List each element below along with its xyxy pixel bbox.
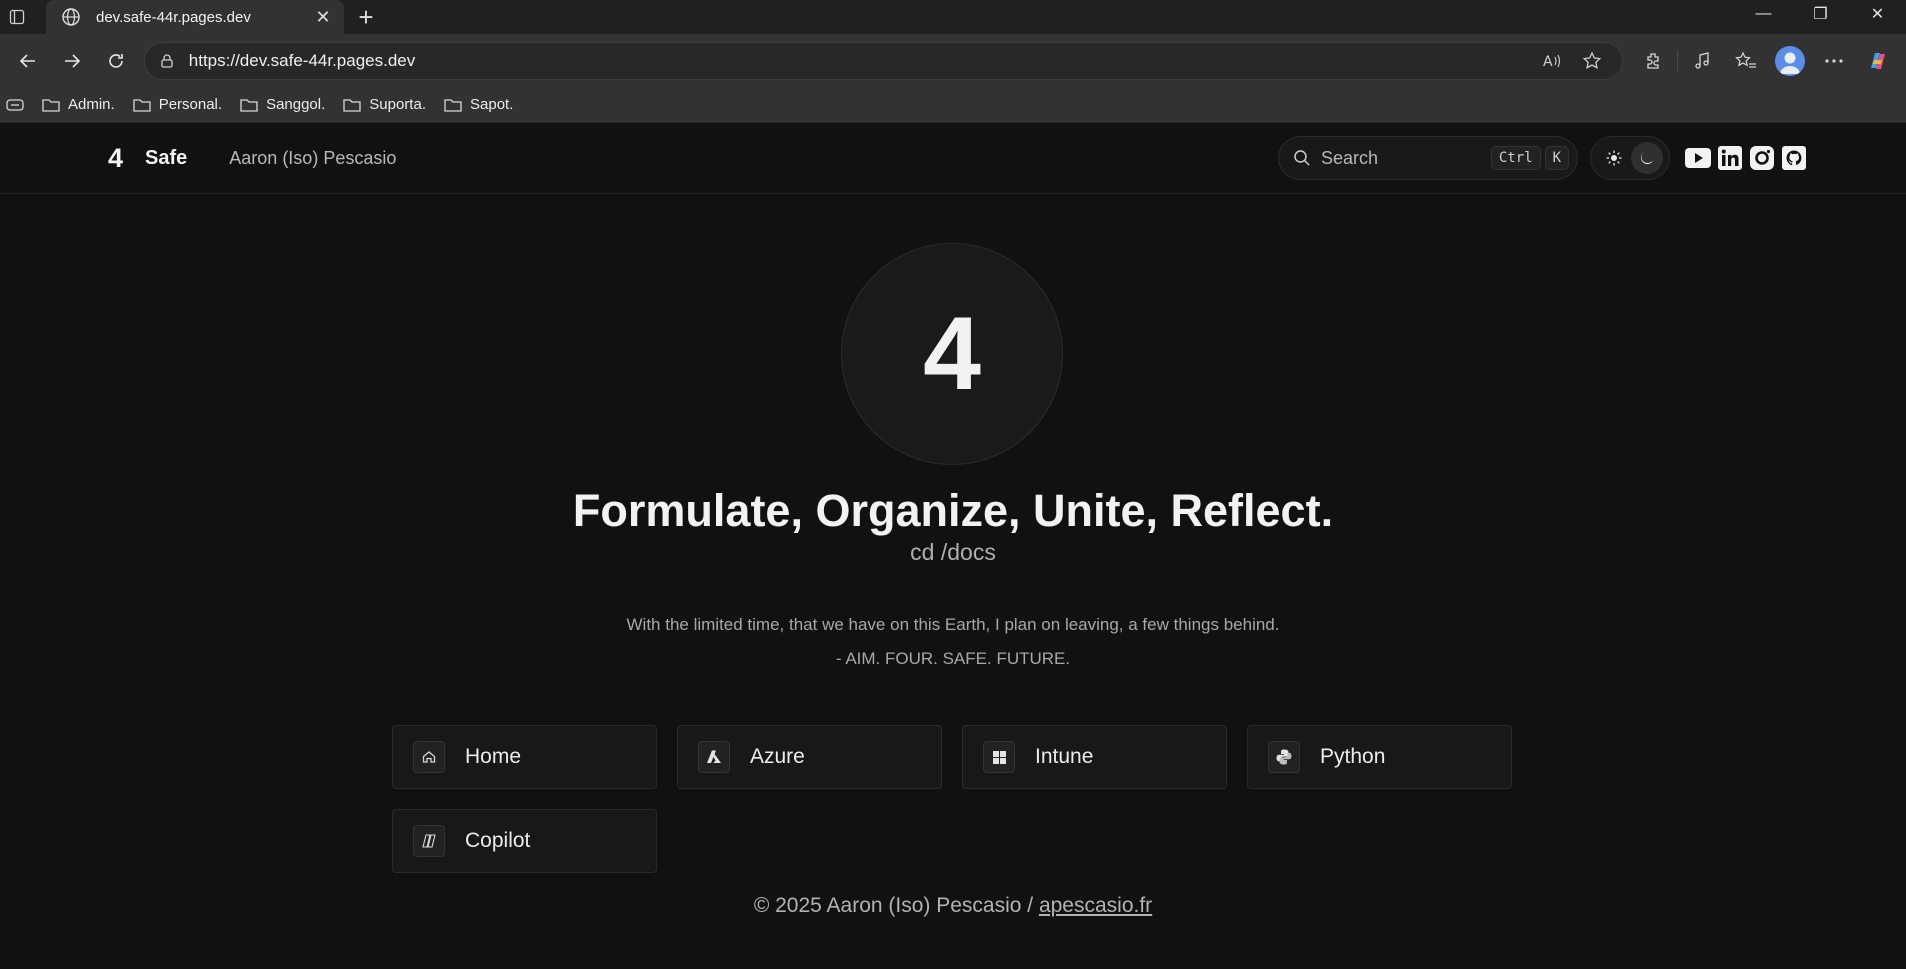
bookmark-folder-suporta[interactable]: Suporta. xyxy=(343,96,426,113)
search-label: Search xyxy=(1321,147,1379,168)
copilot-icon xyxy=(413,825,445,857)
folder-icon xyxy=(42,97,60,113)
new-tab-icon[interactable]: + xyxy=(344,0,388,34)
browser-tab[interactable]: dev.safe-44r.pages.dev ✕ xyxy=(46,0,344,34)
author-link[interactable]: Aaron (Iso) Pescasio xyxy=(229,148,396,169)
footer-copyright: © 2025 Aaron (Iso) Pescasio / xyxy=(753,894,1039,917)
sun-icon[interactable] xyxy=(1598,142,1630,174)
folder-icon xyxy=(240,97,258,113)
search-icon xyxy=(1293,149,1311,167)
bookmark-label: Admin. xyxy=(68,96,115,113)
card-copilot[interactable]: Copilot xyxy=(392,809,657,873)
browser-chrome: dev.safe-44r.pages.dev ✕ + — ❐ ✕ https:/… xyxy=(0,0,1906,123)
address-bar[interactable]: https://dev.safe-44r.pages.dev A xyxy=(143,41,1624,80)
card-label: Home xyxy=(465,745,522,768)
youtube-icon[interactable] xyxy=(1684,144,1712,172)
site-logo[interactable]: 4 xyxy=(108,143,123,174)
github-icon[interactable] xyxy=(1780,144,1808,172)
globe-icon xyxy=(60,6,82,28)
card-intune[interactable]: Intune xyxy=(962,725,1227,789)
read-aloud-icon[interactable]: A xyxy=(1532,52,1572,70)
bookmark-folder-personal[interactable]: Personal. xyxy=(133,96,222,113)
hero-title: Formulate, Organize, Unite, Reflect. xyxy=(572,485,1334,536)
browser-toolbar: https://dev.safe-44r.pages.dev A xyxy=(0,34,1906,87)
toolbar-right xyxy=(1631,43,1900,79)
linkedin-icon[interactable] xyxy=(1716,144,1744,172)
shortcut-ctrl: Ctrl xyxy=(1490,146,1541,170)
web-page: 4 Safe Aaron (Iso) Pescasio Search Ctrl … xyxy=(0,123,1906,969)
windows-icon xyxy=(983,741,1015,773)
site-name-link[interactable]: Safe xyxy=(145,147,187,170)
card-label: Copilot xyxy=(465,829,531,852)
close-window-icon[interactable]: ✕ xyxy=(1849,0,1906,28)
tab-strip: dev.safe-44r.pages.dev ✕ + — ❐ ✕ xyxy=(0,0,1906,34)
favorite-star-icon[interactable] xyxy=(1572,50,1612,71)
bookmark-folder-sanggol[interactable]: Sanggol. xyxy=(240,96,325,113)
svg-text:A: A xyxy=(1543,54,1553,70)
copilot-browser-icon[interactable] xyxy=(1856,43,1900,79)
card-label: Intune xyxy=(1035,745,1094,768)
toolbar-separator xyxy=(1677,49,1679,72)
footer-website-link[interactable]: apescasio.fr xyxy=(1039,894,1152,917)
back-icon[interactable] xyxy=(6,43,50,79)
forward-icon[interactable] xyxy=(50,43,94,79)
shortcut-k: K xyxy=(1544,146,1569,170)
tab-actions-icon[interactable] xyxy=(0,0,34,34)
bookmark-folder-admin[interactable]: Admin. xyxy=(42,96,115,113)
minimize-icon[interactable]: — xyxy=(1735,0,1792,28)
instagram-icon[interactable] xyxy=(1748,144,1776,172)
nav-cards: Home Azure Intune Python Copilot xyxy=(392,725,1514,873)
quote-signature: - AIM. FOUR. SAFE. FUTURE. xyxy=(835,649,1071,668)
moon-icon[interactable] xyxy=(1630,142,1663,174)
bookmarks-menu-icon[interactable] xyxy=(6,98,24,112)
theme-toggle[interactable] xyxy=(1590,136,1670,180)
url-text[interactable]: https://dev.safe-44r.pages.dev xyxy=(189,51,1532,71)
tab-title: dev.safe-44r.pages.dev xyxy=(96,8,251,26)
hero-subtitle: cd /docs xyxy=(910,539,996,565)
refresh-icon[interactable] xyxy=(94,43,138,79)
card-label: Azure xyxy=(750,745,805,768)
close-tab-icon[interactable]: ✕ xyxy=(312,7,334,28)
social-links xyxy=(1684,144,1808,172)
bookmark-folder-sapot[interactable]: Sapot. xyxy=(444,96,513,113)
restore-icon[interactable]: ❐ xyxy=(1792,0,1849,28)
python-icon xyxy=(1268,741,1300,773)
media-icon[interactable] xyxy=(1680,43,1724,79)
bookmark-label: Suporta. xyxy=(369,96,426,113)
folder-icon xyxy=(444,97,462,113)
more-options-icon[interactable] xyxy=(1812,43,1856,79)
bookmark-label: Sapot. xyxy=(470,96,514,113)
card-label: Python xyxy=(1320,745,1386,768)
extensions-icon[interactable] xyxy=(1631,43,1675,79)
site-header: 4 Safe Aaron (Iso) Pescasio Search Ctrl … xyxy=(0,123,1906,194)
profile-avatar-icon[interactable] xyxy=(1768,43,1812,79)
home-icon xyxy=(413,741,445,773)
window-controls: — ❐ ✕ xyxy=(1735,0,1906,28)
bookmarks-bar: Admin. Personal. Sanggol. Suporta. Sapot… xyxy=(0,87,1906,123)
header-actions: Search Ctrl K xyxy=(1278,136,1808,180)
hero-emblem: 4 xyxy=(841,243,1063,465)
card-python[interactable]: Python xyxy=(1247,725,1512,789)
site-info-icon[interactable] xyxy=(159,53,181,69)
hero-quote: With the limited time, that we have on t… xyxy=(626,615,1280,634)
folder-icon xyxy=(343,97,361,113)
azure-icon xyxy=(698,741,730,773)
bookmark-label: Personal. xyxy=(158,96,223,113)
card-home[interactable]: Home xyxy=(392,725,657,789)
card-azure[interactable]: Azure xyxy=(677,725,942,789)
search-button[interactable]: Search Ctrl K xyxy=(1278,136,1578,180)
site-footer: © 2025 Aaron (Iso) Pescasio / apescasio.… xyxy=(0,894,1906,918)
folder-icon xyxy=(133,97,151,113)
bookmark-label: Sanggol. xyxy=(266,96,326,113)
favorites-icon[interactable] xyxy=(1724,43,1768,79)
